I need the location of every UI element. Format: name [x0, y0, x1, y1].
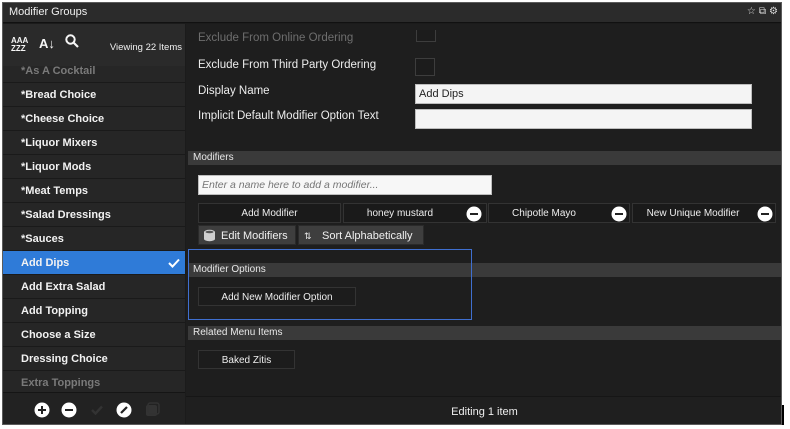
related-items-section-header: Related Menu Items	[188, 326, 781, 340]
list-item-selected[interactable]: Add Dips	[3, 251, 185, 275]
title-bar: Modifier Groups ☆⧉⚙	[3, 3, 781, 23]
exclude-third-party-checkbox[interactable]	[415, 58, 435, 76]
database-icon	[204, 229, 215, 242]
related-item[interactable]: Baked Zitis	[198, 350, 295, 369]
edit-modifiers-button[interactable]: Edit Modifiers	[198, 225, 296, 245]
star-icon[interactable]: ☆	[747, 6, 759, 17]
sort-alphabetically-button[interactable]: ⇅ Sort Alphabetically	[298, 225, 424, 245]
list-item[interactable]: *As A Cocktail	[3, 66, 185, 83]
list-item[interactable]: *Liquor Mods	[3, 155, 185, 179]
settings-icon[interactable]: ⚙	[769, 6, 781, 17]
exclude-online-checkbox[interactable]	[416, 30, 436, 42]
modifier-group-list: *As A Cocktail *Bread Choice *Cheese Cho…	[3, 66, 185, 392]
exclude-online-label: Exclude From Online Ordering	[198, 32, 354, 44]
add-modifier-input[interactable]	[198, 175, 492, 195]
remove-modifier-icon[interactable]	[466, 206, 482, 222]
checkmark-icon	[168, 258, 180, 268]
modifier-groups-window: Modifier Groups ☆⧉⚙ AAA ZZZ A↓ Viewing 22…	[2, 2, 782, 425]
modifier-chip[interactable]: honey mustard	[343, 203, 487, 223]
copy-icon[interactable]	[144, 402, 160, 418]
popout-icon[interactable]: ⧉	[759, 6, 769, 17]
modifier-chip[interactable]: Chipotle Mayo	[488, 203, 630, 223]
search-icon[interactable]	[65, 34, 79, 51]
list-item[interactable]: Dressing Choice	[3, 347, 185, 371]
list-item[interactable]: Add Extra Salad	[3, 275, 185, 299]
check-icon[interactable]	[89, 402, 105, 418]
highlight-box	[188, 249, 472, 320]
list-item[interactable]: *Sauces	[3, 227, 185, 251]
sidebar: AAA ZZZ A↓ Viewing 22 Items *As A Cocktai…	[3, 24, 185, 424]
exclude-third-party-label: Exclude From Third Party Ordering	[198, 59, 377, 71]
remove-icon[interactable]	[61, 402, 77, 418]
sidebar-toolbar: AAA ZZZ A↓ Viewing 22 Items	[3, 24, 185, 66]
list-item[interactable]: *Salad Dressings	[3, 203, 185, 227]
sort-az-icon[interactable]: A↓	[39, 36, 55, 51]
modifiers-section-header: Modifiers	[188, 151, 781, 165]
window-title: Modifier Groups	[9, 6, 88, 18]
add-icon[interactable]	[34, 402, 50, 418]
display-name-label: Display Name	[198, 85, 270, 97]
list-item[interactable]: *Meat Temps	[3, 179, 185, 203]
window-controls: ☆⧉⚙	[747, 6, 781, 17]
window-edge	[782, 405, 784, 425]
modifier-chip[interactable]: New Unique Modifier	[632, 203, 776, 223]
sidebar-actions	[3, 392, 185, 424]
list-item[interactable]: *Liquor Mixers	[3, 131, 185, 155]
list-item[interactable]: Add Topping	[3, 299, 185, 323]
sort-alpha-icon[interactable]: AAA ZZZ	[11, 37, 28, 53]
detail-panel: Exclude From Online Ordering Exclude Fro…	[186, 24, 781, 424]
list-item[interactable]: *Bread Choice	[3, 83, 185, 107]
implicit-default-label: Implicit Default Modifier Option Text	[198, 110, 379, 122]
viewing-count: Viewing 22 Items	[109, 42, 182, 53]
list-item[interactable]: Extra Toppings	[3, 371, 185, 392]
status-footer: Editing 1 item	[186, 396, 781, 424]
remove-modifier-icon[interactable]	[757, 206, 773, 222]
sort-icon: ⇅	[304, 231, 312, 241]
list-item[interactable]: *Cheese Choice	[3, 107, 185, 131]
implicit-default-input[interactable]	[415, 109, 752, 129]
display-name-input[interactable]	[415, 84, 752, 104]
list-item[interactable]: Choose a Size	[3, 323, 185, 347]
remove-modifier-icon[interactable]	[611, 206, 627, 222]
edit-icon[interactable]	[116, 402, 132, 418]
add-modifier-button[interactable]: Add Modifier	[198, 203, 341, 223]
